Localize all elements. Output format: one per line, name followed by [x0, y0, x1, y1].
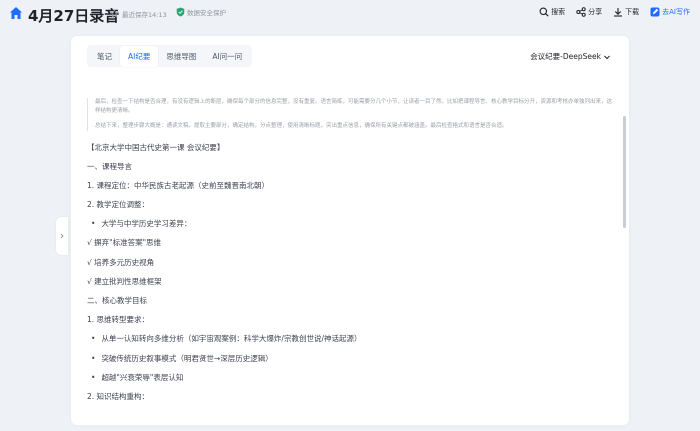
header-actions: 搜索 分享 下载 去AI写作 [528, 7, 690, 17]
shield-check-icon [176, 7, 185, 17]
share-icon [576, 7, 586, 17]
expand-sidebar-handle[interactable] [56, 217, 68, 255]
summary-line: 超越"兴衰荣辱"表层认知 [87, 368, 612, 387]
thinking-paragraph: 总结下来，整理步骤大概是：通读文稿，提取主要部分，确定结构，分点整理，使用清晰标… [95, 123, 508, 129]
scrollbar[interactable] [623, 116, 626, 228]
summary-line: 2. 知识结构重构： [87, 391, 150, 401]
saved-status: 最近保存14:13 [122, 11, 167, 19]
model-dropdown-label: 会议纪要-DeepSeek [530, 52, 601, 61]
summary-line: 2. 教学定位调整： [87, 200, 150, 210]
share-label: 分享 [588, 8, 603, 16]
search-label: 搜索 [551, 8, 566, 16]
summary-line: √ 培养多元历史视角 [87, 257, 155, 267]
view-tabs: 笔记 AI纪要 思维导图 AI问一问 [87, 45, 253, 67]
summary-line: 【北京大学中国古代史第一课 会议纪要】 [87, 142, 225, 152]
summary-line: 突破传统历史叙事模式（明君贤世→深层历史逻辑） [87, 349, 612, 368]
tab-notes[interactable]: 笔记 [89, 46, 120, 67]
download-icon [614, 8, 623, 17]
thinking-block: 最后，检查一下结构是否合理，有没有逻辑上的断层，确保每个部分的信息完整，没有重复… [87, 98, 612, 131]
share-button[interactable]: 分享 [576, 7, 602, 17]
summary-line: √ 摒弃"标准答案"思维 [87, 238, 162, 248]
download-button[interactable]: 下载 [613, 7, 639, 17]
summary-line: 1. 思维转型要求： [87, 315, 150, 325]
chevron-right-icon [60, 233, 64, 239]
search-button[interactable]: 搜索 [539, 7, 565, 17]
download-label: 下载 [625, 8, 640, 16]
protection-label: 数据安全保护 [187, 9, 226, 17]
summary-body: 【北京大学中国古代史第一课 会议纪要】 一、课程导言 1. 课程定位：中华民族古老起… [87, 138, 612, 407]
model-dropdown[interactable]: 会议纪要-DeepSeek [530, 51, 611, 62]
tab-ai-ask[interactable]: AI问一问 [204, 46, 250, 67]
summary-line: 一、课程导言 [87, 161, 132, 171]
star-icon[interactable] [110, 9, 119, 18]
ai-write-label: 去AI写作 [662, 8, 690, 16]
tab-mind-map[interactable]: 思维导图 [158, 46, 204, 67]
summary-line: √ 建立批判性思维框架 [87, 276, 162, 286]
summary-line: 二、核心教学目标 [87, 296, 147, 305]
ai-write-button[interactable]: 去AI写作 [650, 7, 690, 17]
summary-content: 最后，检查一下结构是否合理，有没有逻辑上的断层，确保每个部分的信息完整，没有重复… [87, 98, 612, 406]
ai-write-icon [650, 7, 660, 17]
top-bar: 4月27日录音 最近保存14:13 数据安全保护 搜索 分享 下载 去AI写作 [0, 0, 700, 28]
summary-line: 大学与中学历史学习差异： [87, 214, 612, 233]
summary-line: 从单一认知转向多维分析（如宇宙观案例：科学大爆炸/宗教创世说/神话起源） [87, 329, 612, 348]
chevron-down-icon [604, 55, 610, 59]
home-icon[interactable] [9, 6, 23, 20]
tab-ai-summary[interactable]: AI纪要 [120, 45, 159, 67]
search-icon [539, 7, 549, 17]
thinking-paragraph: 最后，检查一下结构是否合理，有没有逻辑上的断层，确保每个部分的信息完整，没有重复… [95, 99, 613, 114]
data-protection-badge[interactable]: 数据安全保护 [176, 7, 226, 17]
summary-line: 1. 课程定位：中华民族古老起源（史前至魏晋南北朝） [87, 180, 270, 190]
main-panel: 笔记 AI纪要 思维导图 AI问一问 会议纪要-DeepSeek 最后，检查一下… [71, 36, 629, 425]
page-title: 4月27日录音 [28, 7, 120, 25]
